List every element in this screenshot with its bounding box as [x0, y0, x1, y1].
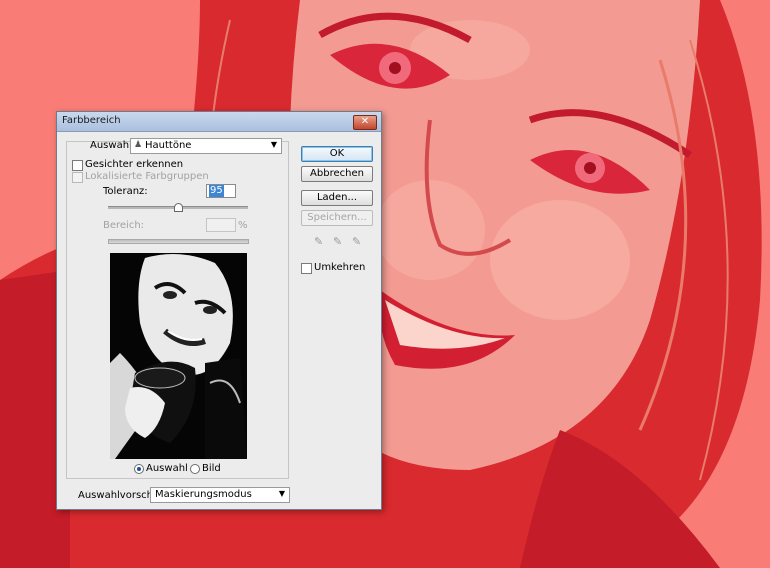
preview-selection-radio[interactable]	[134, 464, 144, 474]
range-label: Bereich:	[103, 220, 145, 231]
dialog-titlebar[interactable]: Farbbereich ✕	[57, 112, 381, 132]
fuzziness-slider-thumb[interactable]	[174, 203, 183, 212]
range-slider[interactable]	[108, 239, 249, 244]
invert-label: Umkehren	[314, 262, 366, 273]
close-icon: ✕	[360, 116, 370, 127]
selection-preview-select[interactable]: Maskierungsmodus ▼	[150, 487, 290, 503]
selection-value: Hauttöne	[145, 140, 192, 151]
eyedropper-plus-icon[interactable]: ✎	[333, 236, 345, 248]
selection-preview-image	[110, 253, 247, 459]
detect-faces-checkbox[interactable]	[72, 160, 83, 171]
range-unit: %	[238, 220, 248, 231]
skin-person-icon: ♟	[134, 140, 143, 150]
selection-select[interactable]: ♟ Hauttöne ▼	[130, 138, 282, 154]
localized-color-clusters-checkbox[interactable]	[72, 172, 83, 183]
fuzziness-value: 95	[209, 185, 224, 197]
eyedropper-icon[interactable]: ✎	[314, 236, 326, 248]
preview-image-label: Bild	[202, 463, 221, 474]
mask-preview-graphic	[110, 253, 247, 459]
cancel-button[interactable]: Abbrechen	[301, 166, 373, 182]
color-range-dialog: Farbbereich ✕ Auswahl: ♟ Hauttöne ▼ Gesi…	[56, 111, 382, 510]
chevron-down-icon: ▼	[270, 140, 277, 149]
preview-image-radio[interactable]	[190, 464, 200, 474]
fuzziness-label: Toleranz:	[103, 186, 148, 197]
fuzziness-input[interactable]: 95	[206, 184, 236, 198]
save-button[interactable]: Speichern...	[301, 210, 373, 226]
selection-preview-value: Maskierungsmodus	[155, 489, 252, 500]
eyedropper-minus-icon[interactable]: ✎	[352, 236, 364, 248]
detect-faces-label: Gesichter erkennen	[85, 159, 184, 170]
chevron-down-icon: ▼	[278, 489, 285, 498]
preview-selection-label: Auswahl	[146, 463, 188, 474]
invert-checkbox[interactable]	[301, 263, 312, 274]
selection-label: Auswahl:	[90, 140, 136, 151]
load-button[interactable]: Laden...	[301, 190, 373, 206]
close-button[interactable]: ✕	[353, 115, 377, 130]
ok-button[interactable]: OK	[301, 146, 373, 162]
localized-color-clusters-label: Lokalisierte Farbgruppen	[85, 171, 209, 182]
range-input[interactable]	[206, 218, 236, 232]
dialog-title: Farbbereich	[62, 115, 121, 126]
